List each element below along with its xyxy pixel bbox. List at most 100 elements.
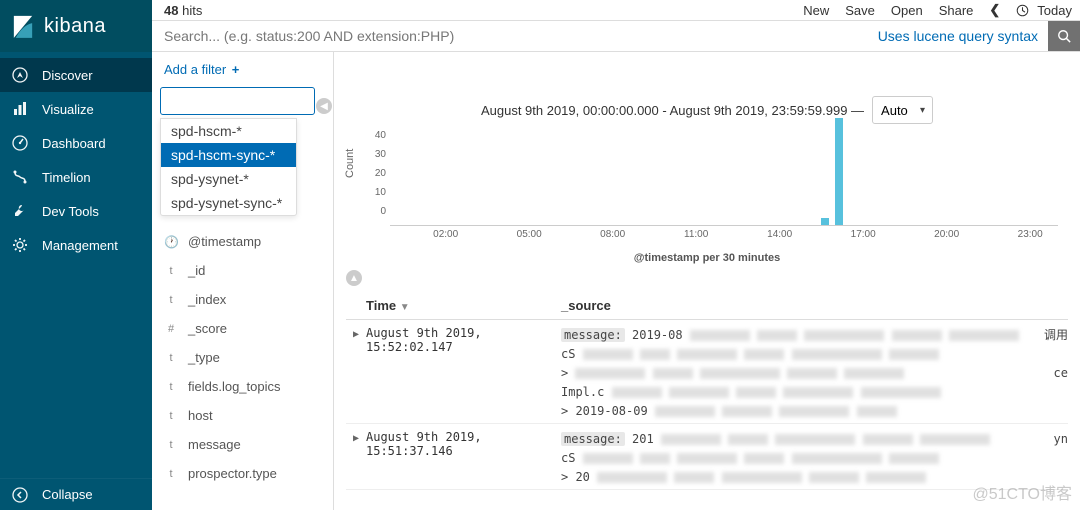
field-item[interactable]: thost [160,401,325,430]
time-range-text: August 9th 2019, 00:00:00.000 - August 9… [481,103,864,118]
field-name: _index [188,292,226,307]
toolbar-save[interactable]: Save [845,3,875,18]
gauge-icon [12,135,30,151]
available-fields: 🕐@timestampt_idt_index#_scoret_typetfiel… [160,227,325,488]
chart-bar[interactable] [835,118,843,225]
fieldtype-icon: t [164,410,178,422]
field-name: _type [188,350,220,365]
sidebar-nav: Discover Visualize Dashboard Timelion De… [0,52,152,478]
collapse-icon [12,487,30,503]
lucene-hint[interactable]: Uses lucene query syntax [868,21,1048,51]
fieldtype-icon: t [164,294,178,306]
cell-time: August 9th 2019, 15:52:02.147 [366,326,561,421]
field-item[interactable]: # _score [160,314,325,343]
nav-label: Visualize [42,102,94,117]
y-ticks: 403020100 [362,130,386,225]
chevron-left-icon: ❮ [989,2,1000,18]
expand-row-icon[interactable]: ▶ [346,430,366,487]
index-option[interactable]: spd-hscm-sync-* [161,143,296,167]
nav-timelion[interactable]: Timelion [0,160,152,194]
hits-count: 48 hits [160,3,202,18]
table-row: ▶August 9th 2019, 15:52:02.147message: 2… [346,320,1068,424]
cell-source: message: 2019-08 调用cS > ceImpl.c > 2019-… [561,326,1068,421]
top-bar: 48 hits New Save Open Share ❮ Today Uses… [152,0,1080,52]
fieldtype-icon: t [164,439,178,451]
cell-time: August 9th 2019, 15:51:37.146 [366,430,561,487]
content: August 9th 2019, 00:00:00.000 - August 9… [334,52,1080,510]
toolbar-new[interactable]: New [803,3,829,18]
add-filter[interactable]: Add a filter + [160,58,325,87]
sort-desc-icon: ▼ [400,302,410,313]
nav-label: Discover [42,68,93,83]
toolbar-today-label: Today [1037,3,1072,18]
nav-management[interactable]: Management [0,228,152,262]
plus-icon: + [232,62,240,77]
search-bar: Uses lucene query syntax [152,20,1080,52]
kibana-logo-icon [12,14,34,38]
fieldtype-icon: t [164,468,178,480]
table-row: ▶August 9th 2019, 15:51:37.146message: 2… [346,424,1068,490]
toolbar-share[interactable]: Share [939,3,974,18]
field-item[interactable]: 🕐 @timestamp [160,227,325,256]
field-name: message [188,437,241,452]
y-axis-label: Count [344,149,356,178]
sidebar-collapse[interactable]: Collapse [0,478,152,510]
fieldtype-icon: t [164,381,178,393]
fieldtype-icon: t [164,352,178,364]
expand-row-icon[interactable]: ▶ [346,326,366,421]
field-item[interactable]: t message [160,430,325,459]
nav-dashboard[interactable]: Dashboard [0,126,152,160]
main: Add a filter + ◀ spd-hscm-* spd-hscm-syn… [152,52,1080,510]
sidebar: kibana Discover Visualize Dashboard Time… [0,0,152,510]
field-item[interactable]: t _type [160,343,325,372]
field-item[interactable]: t _index [160,285,325,314]
cell-source: message: 201 yncS > 20 [561,430,1068,487]
field-name: @timestamp [188,234,261,249]
time-range-row: August 9th 2019, 00:00:00.000 - August 9… [346,96,1068,124]
compass-icon [12,67,30,83]
gear-icon [12,237,30,253]
field-name: _score [188,321,227,336]
nav-visualize[interactable]: Visualize [0,92,152,126]
brand: kibana [0,0,152,52]
index-pattern-input[interactable] [160,87,315,115]
field-item[interactable]: t _id [160,256,325,285]
toolbar-open[interactable]: Open [891,3,923,18]
table-header: Time ▼ _source [346,292,1068,320]
field-name: fields.log_topics [188,379,281,394]
field-name: host [188,408,213,423]
fieldtype-icon: t [164,265,178,277]
wrench-icon [12,203,30,219]
collapse-label: Collapse [42,487,93,502]
field-name: prospector.type [188,466,277,481]
fieldtype-icon: # [164,323,178,335]
search-input[interactable] [152,21,868,51]
chart-collapse-icon[interactable]: ▲ [346,270,362,286]
chart-bar[interactable] [821,218,829,225]
clock-icon: 🕐 [164,235,178,249]
panel-collapse-icon[interactable]: ◀ [316,98,332,114]
toolbar-timeleft[interactable]: ❮ [989,2,1000,18]
nav-devtools[interactable]: Dev Tools [0,194,152,228]
clock-icon [1016,4,1033,17]
interval-select[interactable]: Auto [872,96,933,124]
field-item[interactable]: t fields.log_topics [160,372,325,401]
bar-chart-icon [12,101,30,117]
histogram-chart[interactable]: Count 403020100 02:0005:0008:0011:0014:0… [346,128,1068,248]
plot-area [390,128,1058,226]
index-option[interactable]: spd-hscm-* [161,119,296,143]
field-name: _id [188,263,205,278]
nav-label: Dev Tools [42,204,99,219]
toolbar-timerange[interactable]: Today [1016,3,1072,18]
nav-discover[interactable]: Discover [0,58,152,92]
search-submit[interactable] [1048,21,1080,51]
nav-label: Timelion [42,170,91,185]
nav-label: Dashboard [42,136,106,151]
col-source[interactable]: _source [561,298,1068,313]
toolbar: 48 hits New Save Open Share ❮ Today [152,0,1080,20]
col-time[interactable]: Time ▼ [366,298,561,313]
index-option[interactable]: spd-ysynet-* [161,167,296,191]
fields-panel: Add a filter + ◀ spd-hscm-* spd-hscm-syn… [152,52,334,510]
index-option[interactable]: spd-ysynet-sync-* [161,191,296,215]
field-item[interactable]: t prospector.type [160,459,325,488]
